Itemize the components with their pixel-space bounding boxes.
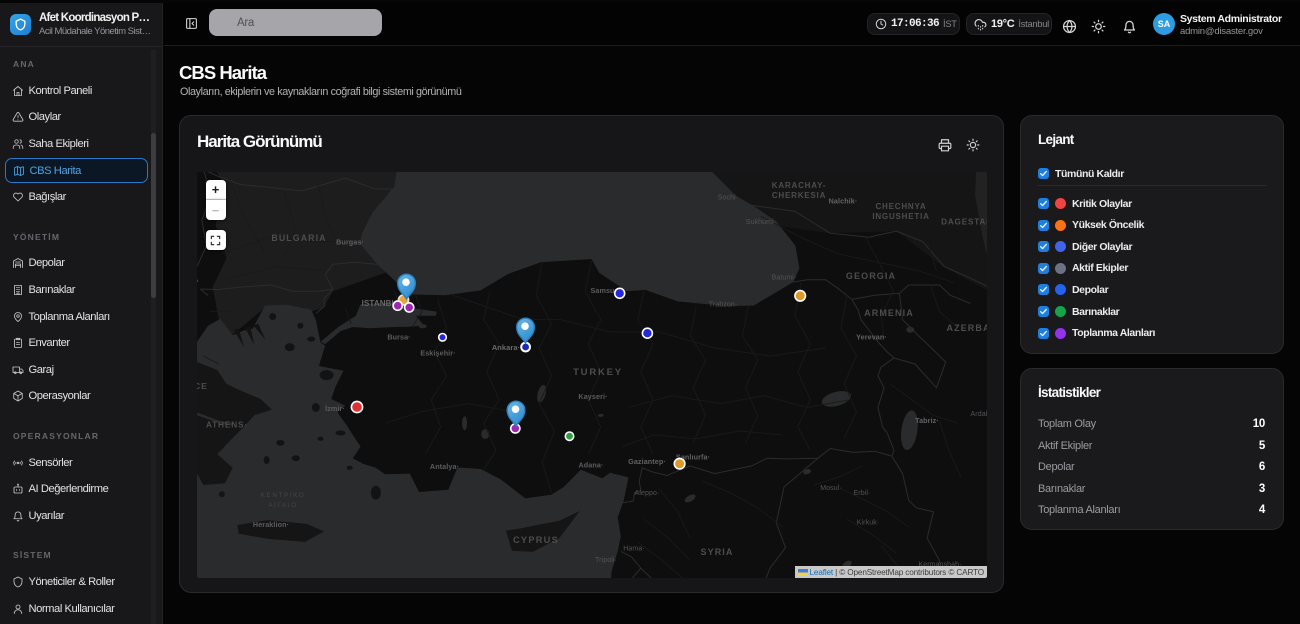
svg-text:Adana·: Adana·: [579, 461, 604, 470]
svg-text:CHECHNYA: CHECHNYA: [875, 202, 926, 211]
svg-text:DAGESTAN: DAGESTAN: [941, 218, 987, 227]
svg-text:İzmir·: İzmir·: [325, 404, 345, 413]
svg-text:Heraklion·: Heraklion·: [253, 520, 289, 529]
svg-text:Bursa·: Bursa·: [387, 333, 410, 342]
svg-text:BULGARIA: BULGARIA: [271, 233, 326, 243]
svg-text:ΚΕΝΤΡΙΚΟ: ΚΕΝΤΡΙΚΟ: [261, 492, 305, 499]
svg-text:ATHENS·: ATHENS·: [206, 421, 248, 430]
svg-text:Kirkuk·: Kirkuk·: [857, 520, 879, 527]
svg-text:KARACHAY-: KARACHAY-: [772, 181, 826, 190]
svg-text:ARMENIA: ARMENIA: [864, 308, 914, 318]
svg-text:Ardabil·: Ardabil·: [971, 411, 987, 418]
svg-text:MACEDONIA: MACEDONIA: [197, 274, 199, 284]
svg-text:Hama·: Hama·: [623, 546, 645, 553]
svg-text:Gaziantep·: Gaziantep·: [628, 457, 666, 466]
svg-text:Burgas·: Burgas·: [336, 238, 364, 247]
svg-text:Tabriz·: Tabriz·: [915, 416, 939, 425]
svg-text:Mosul·: Mosul·: [820, 485, 842, 492]
svg-text:Erbil·: Erbil·: [854, 490, 871, 497]
svg-text:Ankara·: Ankara·: [492, 343, 520, 352]
svg-text:Batumi·: Batumi·: [772, 275, 797, 282]
svg-text:Yerevan·: Yerevan·: [856, 333, 887, 342]
svg-text:ΑΙΓΑΙΟ: ΑΙΓΑΙΟ: [268, 502, 297, 509]
svg-text:CYPRUS: CYPRUS: [513, 535, 559, 545]
svg-text:Kayseri·: Kayseri·: [578, 392, 607, 401]
svg-text:INGUSHETIA: INGUSHETIA: [872, 212, 929, 221]
svg-text:Sochi·: Sochi·: [718, 195, 738, 202]
svg-text:AZERBAIJAN: AZERBAIJAN: [946, 323, 987, 333]
svg-text:Aleppo·: Aleppo·: [635, 490, 660, 497]
svg-text:GEORGIA: GEORGIA: [846, 271, 896, 281]
svg-text:SYRIA: SYRIA: [700, 547, 733, 557]
svg-text:Eskişehir·: Eskişehir·: [420, 349, 455, 358]
svg-text:Sukhumi·: Sukhumi·: [746, 219, 776, 226]
svg-text:Nalchik·: Nalchik·: [829, 197, 858, 206]
svg-text:Antalya·: Antalya·: [430, 462, 459, 471]
svg-text:Tripoli·: Tripoli·: [595, 557, 617, 564]
svg-text:TURKEY: TURKEY: [573, 367, 623, 378]
svg-text:GREECE: GREECE: [197, 381, 208, 391]
svg-text:Trabzon·: Trabzon·: [709, 302, 738, 309]
svg-text:CHERKESIA: CHERKESIA: [772, 191, 826, 200]
